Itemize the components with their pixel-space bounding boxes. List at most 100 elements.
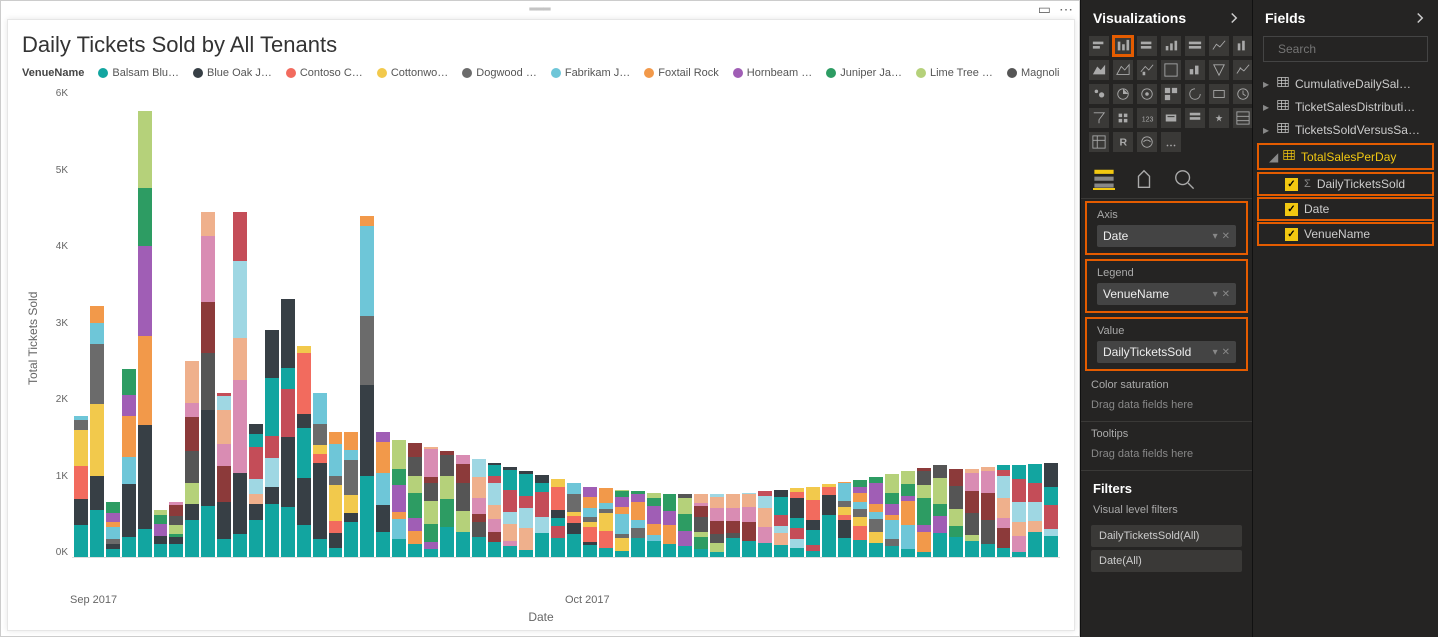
report-canvas[interactable]: ═══ ▭ ⋯ Daily Tickets Sold by All Tenant…: [0, 0, 1080, 637]
bar[interactable]: [408, 443, 422, 557]
viz-type-icon[interactable]: [1137, 60, 1157, 80]
viz-type-icon[interactable]: [1137, 84, 1157, 104]
bar[interactable]: [615, 490, 629, 557]
drag-grip-icon[interactable]: ═══: [529, 4, 550, 15]
viz-type-icon[interactable]: [1209, 36, 1229, 56]
bar[interactable]: [1028, 464, 1042, 557]
bar[interactable]: [344, 432, 358, 557]
bar[interactable]: [519, 471, 533, 557]
bar[interactable]: [822, 484, 836, 557]
bar[interactable]: [678, 494, 692, 557]
focus-mode-icon[interactable]: ▭: [1038, 1, 1051, 18]
remove-icon[interactable]: ✕: [1222, 231, 1230, 242]
bar[interactable]: [122, 369, 136, 557]
bar[interactable]: [997, 465, 1011, 557]
bar[interactable]: [249, 424, 263, 557]
bar[interactable]: [1044, 463, 1058, 557]
field-table[interactable]: ◢TotalSalesPerDay: [1257, 143, 1434, 170]
format-tab[interactable]: [1133, 168, 1155, 190]
viz-type-icon[interactable]: [1137, 36, 1157, 56]
bar[interactable]: [758, 491, 772, 557]
bar[interactable]: [169, 502, 183, 557]
axis-pill[interactable]: Date ▾✕: [1097, 225, 1236, 247]
bar[interactable]: [503, 467, 517, 557]
viz-type-icon[interactable]: [1089, 108, 1109, 128]
viz-type-icon[interactable]: [1161, 60, 1181, 80]
value-well[interactable]: Value DailyTicketsSold ▾✕: [1085, 317, 1248, 371]
bar[interactable]: [106, 502, 120, 557]
viz-type-icon[interactable]: [1089, 60, 1109, 80]
viz-type-icon[interactable]: [1113, 36, 1133, 56]
field-item[interactable]: ✓Date: [1257, 197, 1434, 221]
bar[interactable]: [663, 494, 677, 557]
bar[interactable]: [806, 487, 820, 557]
legend-well[interactable]: Legend VenueName ▾✕: [1085, 259, 1248, 313]
bar[interactable]: [488, 463, 502, 557]
bar[interactable]: [74, 416, 88, 557]
more-options-icon[interactable]: ⋯: [1059, 1, 1073, 18]
bar[interactable]: [790, 488, 804, 557]
legend-item[interactable]: Juniper Ja…: [826, 67, 902, 79]
bar[interactable]: [201, 212, 215, 557]
viz-type-icon[interactable]: [1209, 108, 1229, 128]
bar[interactable]: [726, 494, 740, 557]
viz-type-icon[interactable]: [1113, 84, 1133, 104]
viz-type-icon[interactable]: 123: [1137, 108, 1157, 128]
bars-container[interactable]: [72, 88, 1060, 558]
bar[interactable]: [392, 440, 406, 557]
fields-tab[interactable]: [1093, 168, 1115, 190]
bar[interactable]: [901, 471, 915, 557]
viz-type-icon[interactable]: [1185, 60, 1205, 80]
viz-type-icon[interactable]: [1113, 60, 1133, 80]
bar[interactable]: [217, 393, 231, 557]
bar[interactable]: [313, 393, 327, 557]
bar[interactable]: [965, 469, 979, 557]
field-table[interactable]: ▸CumulativeDailySal…: [1253, 72, 1438, 95]
viz-type-icon[interactable]: [1161, 132, 1181, 152]
viz-type-icon[interactable]: [1233, 84, 1253, 104]
checkbox-checked-icon[interactable]: ✓: [1285, 178, 1298, 191]
bar[interactable]: [583, 487, 597, 557]
search-input[interactable]: [1278, 42, 1433, 56]
legend-item[interactable]: Hornbeam …: [733, 67, 812, 79]
remove-icon[interactable]: ✕: [1222, 289, 1230, 300]
field-table[interactable]: ▸TicketsSoldVersusSa…: [1253, 118, 1438, 141]
legend-item[interactable]: Blue Oak J…: [193, 67, 272, 79]
bar[interactable]: [154, 510, 168, 557]
bar[interactable]: [535, 475, 549, 557]
viz-type-icon[interactable]: [1161, 36, 1181, 56]
viz-type-icon[interactable]: [1233, 36, 1253, 56]
bar[interactable]: [853, 480, 867, 557]
bar[interactable]: [647, 493, 661, 557]
legend-item[interactable]: Magnolia …: [1007, 67, 1060, 79]
viz-type-icon[interactable]: [1185, 84, 1205, 104]
legend-item[interactable]: Balsam Blu…: [98, 67, 179, 79]
bar[interactable]: [949, 469, 963, 557]
bar[interactable]: [917, 468, 931, 557]
filter-pill[interactable]: DailyTicketsSold(All): [1091, 525, 1242, 547]
bar[interactable]: [631, 491, 645, 557]
viz-type-icon[interactable]: [1161, 84, 1181, 104]
bar[interactable]: [933, 465, 947, 557]
tooltips-well[interactable]: Tooltips Drag data fields here: [1081, 422, 1252, 471]
legend-pill[interactable]: VenueName ▾✕: [1097, 283, 1236, 305]
dropdown-icon[interactable]: ▾: [1213, 289, 1218, 300]
bar[interactable]: [440, 451, 454, 557]
viz-type-icon[interactable]: [1089, 84, 1109, 104]
bar[interactable]: [233, 212, 247, 557]
bar[interactable]: [281, 299, 295, 557]
bar[interactable]: [329, 432, 343, 557]
checkbox-checked-icon[interactable]: ✓: [1285, 228, 1298, 241]
viz-type-icon[interactable]: R: [1113, 132, 1133, 152]
viz-type-icon[interactable]: [1185, 108, 1205, 128]
bar[interactable]: [774, 490, 788, 557]
dropdown-icon[interactable]: ▾: [1213, 347, 1218, 358]
viz-type-icon[interactable]: [1233, 108, 1253, 128]
legend-item[interactable]: Dogwood …: [462, 67, 537, 79]
fields-search[interactable]: [1263, 36, 1428, 62]
bar[interactable]: [742, 493, 756, 557]
legend-item[interactable]: Foxtail Rock: [644, 67, 719, 79]
color-saturation-well[interactable]: Color saturation Drag data fields here: [1081, 373, 1252, 422]
bar[interactable]: [376, 432, 390, 557]
legend-item[interactable]: Contoso C…: [286, 67, 363, 79]
